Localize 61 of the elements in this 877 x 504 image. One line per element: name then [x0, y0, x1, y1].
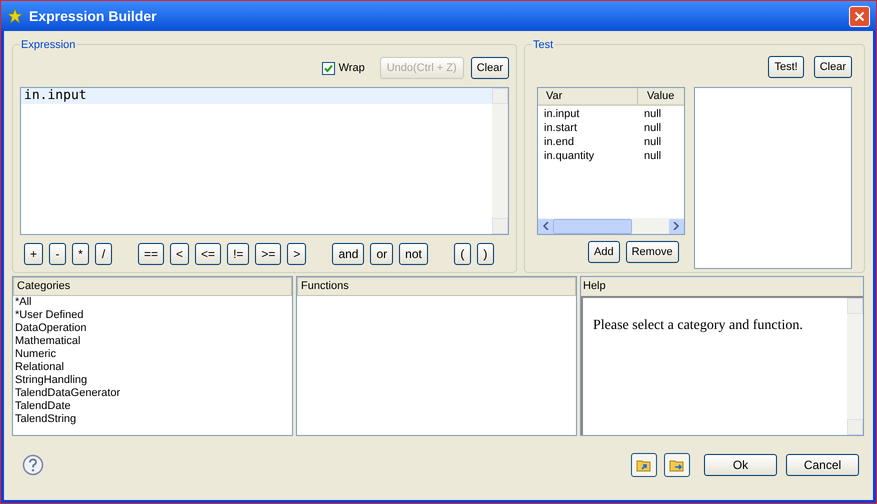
remove-button[interactable]: Remove — [626, 241, 679, 263]
table-cell-text: in.start — [543, 120, 578, 136]
clear-button[interactable]: Clear — [814, 56, 852, 78]
column-header[interactable]: Value — [638, 88, 684, 104]
add-button[interactable]: Add — [588, 241, 620, 263]
expression-editor[interactable]: in.input — [20, 87, 509, 235]
operator-button[interactable]: >= — [255, 243, 282, 265]
export-folder-button[interactable] — [664, 453, 690, 477]
close-icon — [854, 10, 865, 22]
operator-button[interactable]: < — [170, 243, 190, 265]
operator-button[interactable]: * — [72, 243, 90, 265]
operator-button[interactable]: ( — [454, 243, 471, 265]
column-header: Functions — [297, 277, 576, 296]
operator-button[interactable]: != — [227, 243, 250, 265]
cancel-button[interactable]: Cancel — [786, 454, 859, 476]
operator-button[interactable]: / — [95, 243, 112, 265]
table-cell-text: in.end — [543, 134, 575, 150]
list-item[interactable]: DataOperation — [15, 322, 290, 335]
vertical-scrollbar[interactable] — [492, 88, 508, 234]
close-button[interactable] — [849, 6, 870, 26]
table-cell-text: null — [643, 106, 662, 122]
table-cell-text: in.quantity — [543, 148, 596, 164]
table-cell-text: null — [643, 120, 662, 136]
horizontal-scrollbar[interactable] — [538, 218, 684, 234]
list-item[interactable]: TalendDataGenerator — [15, 387, 290, 400]
wrap-label[interactable]: Wrap — [338, 60, 365, 76]
test-button[interactable]: Test! — [768, 56, 804, 78]
list-item[interactable]: TalendDate — [15, 400, 290, 413]
import-folder-button[interactable] — [631, 453, 657, 477]
panel-title: Help — [582, 279, 607, 294]
window-title: Expression Builder — [29, 6, 158, 26]
operator-button[interactable]: ) — [476, 243, 494, 265]
operator-button[interactable]: not — [399, 243, 428, 265]
test-result-field[interactable] — [694, 87, 852, 269]
list-item[interactable]: *All — [15, 296, 290, 309]
vertical-scrollbar[interactable] — [847, 298, 863, 435]
clear-button[interactable]: Clear — [470, 57, 509, 79]
ok-button[interactable]: Ok — [704, 454, 777, 476]
list-item[interactable]: *User Defined — [15, 309, 290, 322]
operator-button[interactable]: and — [332, 243, 364, 265]
operator-button[interactable]: == — [138, 243, 164, 265]
column-header: Categories — [13, 277, 292, 296]
list-item[interactable]: TalendString — [15, 413, 290, 426]
star-icon — [7, 8, 23, 24]
list-item[interactable]: StringHandling — [15, 374, 290, 387]
list-item[interactable]: Mathematical — [15, 335, 290, 348]
operator-button[interactable]: or — [370, 243, 394, 265]
group-title: Expression — [20, 37, 76, 54]
help-icon[interactable] — [22, 454, 44, 476]
table-cell-text: null — [643, 148, 662, 164]
help-text: Please select a category and function. — [592, 317, 804, 335]
table-cell-text: in.input — [543, 106, 580, 122]
operator-button[interactable]: - — [49, 243, 66, 265]
table-cell-text: null — [643, 134, 662, 150]
column-header[interactable]: Var — [538, 88, 638, 104]
operator-button[interactable]: + — [24, 243, 44, 265]
operator-button[interactable]: > — [287, 243, 306, 265]
wrap-checkbox[interactable] — [322, 62, 335, 74]
list-item[interactable]: Relational — [15, 361, 290, 374]
operator-button[interactable]: <= — [195, 243, 222, 265]
list-item[interactable]: Numeric — [15, 348, 290, 361]
